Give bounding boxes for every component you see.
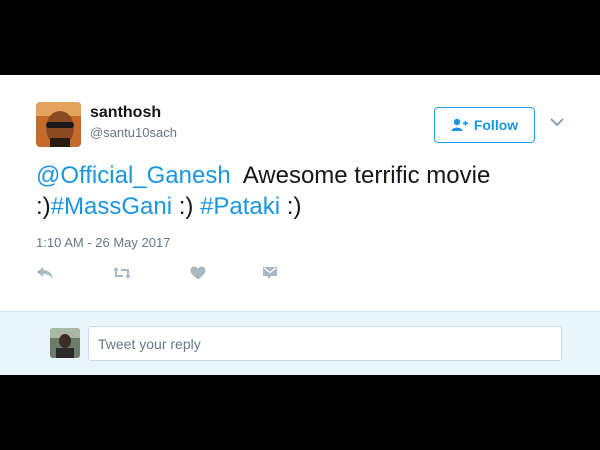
mention-link[interactable]: @Official_Ganesh <box>36 162 231 189</box>
tweet-text-part: Awesome terrific movie <box>230 162 491 189</box>
tweet-text-part: :) <box>280 193 302 220</box>
reply-input[interactable] <box>88 326 562 361</box>
chevron-down-icon[interactable] <box>549 116 565 128</box>
user-avatar[interactable] <box>50 328 80 358</box>
tweet-text: @Official_Ganesh Awesome terrific movie … <box>36 160 556 222</box>
author-avatar[interactable] <box>36 102 81 147</box>
hashtag-link[interactable]: #MassGani <box>51 193 172 220</box>
tweet-text-part: :) <box>172 193 201 220</box>
follow-label: Follow <box>473 117 519 133</box>
author-handle[interactable]: @santu10sach <box>90 125 177 140</box>
reply-icon[interactable] <box>36 263 54 283</box>
add-user-icon <box>451 118 468 132</box>
like-icon[interactable] <box>190 263 206 283</box>
tweet-text-part: :) <box>36 193 51 220</box>
direct-message-icon[interactable] <box>262 263 278 283</box>
tweet-timestamp[interactable]: 1:10 AM - 26 May 2017 <box>36 235 170 250</box>
follow-button[interactable]: Follow <box>434 107 535 143</box>
author-name[interactable]: santhosh <box>90 104 161 122</box>
retweet-icon[interactable] <box>112 263 132 283</box>
tweet-actions <box>36 263 296 283</box>
hashtag-link[interactable]: #Pataki <box>200 193 280 220</box>
